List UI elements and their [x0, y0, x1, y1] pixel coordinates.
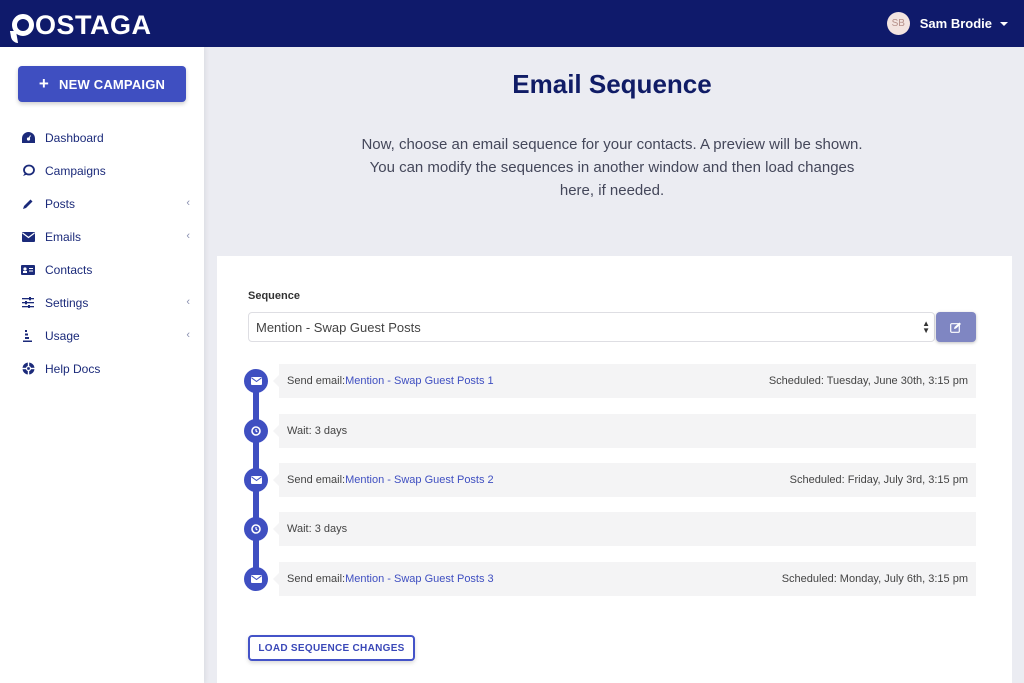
timeline-step: Send email: Mention - Swap Guest Posts 1 … — [243, 364, 978, 398]
step-prefix: Wait: 3 days — [287, 523, 348, 535]
step-box: Send email: Mention - Swap Guest Posts 1 … — [273, 364, 976, 398]
select-arrows-icon: ▲ ▼ — [922, 319, 930, 335]
clock-icon — [244, 419, 268, 443]
step-prefix: Send email: — [287, 375, 346, 387]
step-box: Wait: 3 days — [273, 414, 976, 448]
sidebar-item-campaigns[interactable]: Campaigns — [0, 154, 204, 187]
caret-down-icon — [1000, 21, 1008, 26]
sliders-icon — [21, 296, 35, 310]
step-prefix: Send email: — [287, 474, 346, 486]
timeline-step: Wait: 3 days — [243, 414, 978, 448]
sidebar-item-label: Posts — [45, 196, 76, 211]
chevron-left-icon: ‹ — [186, 230, 190, 242]
new-campaign-label: NEW CAMPAIGN — [58, 76, 166, 92]
sequence-select[interactable]: Mention - Swap Guest Posts ▲ ▼ — [248, 312, 935, 342]
usage-icon — [21, 329, 35, 343]
clock-icon — [244, 517, 268, 541]
sidebar-item-settings[interactable]: Settings ‹ — [0, 286, 204, 319]
sidebar-item-label: Contacts — [45, 262, 93, 277]
postaga-logo[interactable]: OSTAGA — [12, 8, 152, 42]
plus-icon: + — [38, 74, 49, 93]
step-box: Send email: Mention - Swap Guest Posts 2 … — [273, 463, 976, 497]
edit-sequence-button[interactable] — [936, 312, 976, 342]
edit-icon — [950, 322, 961, 333]
address-card-icon — [21, 263, 35, 277]
step-prefix: Send email: — [287, 573, 346, 585]
sequence-card: Sequence Mention - Swap Guest Posts ▲ ▼ S… — [217, 256, 1012, 683]
email-link[interactable]: Mention - Swap Guest Posts 3 — [345, 573, 494, 585]
envelope-icon — [244, 468, 268, 492]
sequence-select-value: Mention - Swap Guest Posts — [256, 319, 421, 335]
chevron-left-icon: ‹ — [186, 329, 190, 341]
step-scheduled: Scheduled: Monday, July 6th, 3:15 pm — [781, 573, 968, 585]
sidebar-item-help-docs[interactable]: Help Docs — [0, 352, 204, 385]
sidebar-item-label: Usage — [45, 328, 80, 343]
pencil-icon — [21, 197, 35, 211]
avatar: SB — [886, 12, 910, 35]
step-scheduled: Scheduled: Friday, July 3rd, 3:15 pm — [789, 474, 968, 486]
sidebar-item-emails[interactable]: Emails ‹ — [0, 220, 204, 253]
life-ring-icon — [21, 362, 35, 376]
top-bar: OSTAGA SB Sam Brodie — [0, 0, 1024, 47]
timeline-step: Wait: 3 days — [243, 512, 978, 546]
new-campaign-button[interactable]: + NEW CAMPAIGN — [18, 66, 186, 102]
timeline-step: Send email: Mention - Swap Guest Posts 3 … — [243, 562, 978, 596]
logo-text: OSTAGA — [35, 9, 152, 40]
page-intro: Now, choose an email sequence for your c… — [361, 136, 863, 199]
logo-pin-icon — [12, 14, 34, 36]
sidebar-item-posts[interactable]: Posts ‹ — [0, 187, 204, 220]
sidebar-item-label: Help Docs — [45, 361, 101, 376]
timeline-step: Send email: Mention - Swap Guest Posts 2 … — [243, 463, 978, 497]
sidebar-item-usage[interactable]: Usage ‹ — [0, 319, 204, 352]
step-prefix: Wait: 3 days — [287, 425, 348, 437]
step-scheduled: Scheduled: Tuesday, June 30th, 3:15 pm — [768, 375, 968, 387]
user-menu[interactable]: SB Sam Brodie — [886, 12, 1008, 35]
campaigns-icon — [21, 164, 35, 178]
email-link[interactable]: Mention - Swap Guest Posts 1 — [345, 375, 494, 387]
sequence-label: Sequence — [248, 290, 300, 302]
dashboard-icon — [21, 131, 35, 145]
step-box: Wait: 3 days — [273, 512, 976, 546]
envelope-icon — [244, 369, 268, 393]
envelope-icon — [21, 230, 35, 244]
sidebar: + NEW CAMPAIGN Dashboard Campaigns Posts… — [0, 47, 204, 683]
load-sequence-changes-button[interactable]: LOAD SEQUENCE CHANGES — [248, 635, 415, 661]
sidebar-item-label: Dashboard — [45, 130, 104, 145]
email-link[interactable]: Mention - Swap Guest Posts 2 — [345, 474, 494, 486]
page-title: Email Sequence — [512, 69, 712, 99]
sidebar-item-label: Emails — [45, 229, 82, 244]
step-box: Send email: Mention - Swap Guest Posts 3 … — [273, 562, 976, 596]
chevron-left-icon: ‹ — [186, 197, 190, 209]
sidebar-item-label: Campaigns — [45, 163, 106, 178]
sidebar-nav: Dashboard Campaigns Posts ‹ Emails ‹ Con… — [0, 121, 204, 385]
sidebar-item-contacts[interactable]: Contacts — [0, 253, 204, 286]
user-name: Sam Brodie — [919, 16, 992, 31]
envelope-icon — [244, 567, 268, 591]
sidebar-item-label: Settings — [45, 295, 89, 310]
chevron-left-icon: ‹ — [186, 296, 190, 308]
sidebar-item-dashboard[interactable]: Dashboard — [0, 121, 204, 154]
